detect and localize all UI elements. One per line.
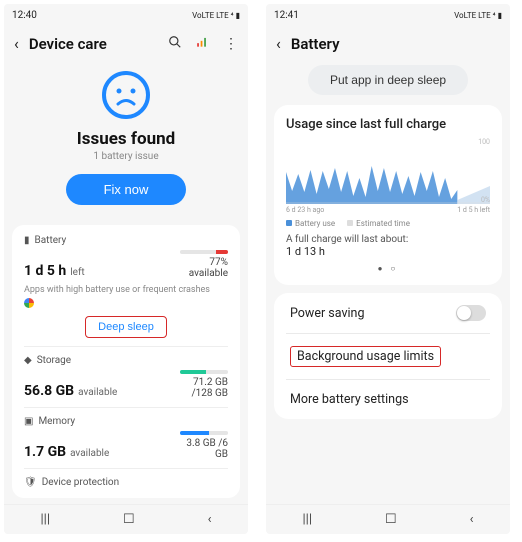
battery-icon: ▮: [24, 235, 30, 246]
usage-card[interactable]: Usage since last full charge 100 0% 6 d …: [274, 105, 502, 285]
deep-sleep-button[interactable]: Deep sleep: [85, 316, 167, 338]
storage-label: Storage: [37, 355, 71, 366]
legend-battery: Battery use: [295, 219, 335, 228]
signal-icon[interactable]: [196, 34, 210, 53]
nav-back-icon[interactable]: ‹: [470, 512, 474, 527]
storage-icon: ◆: [24, 355, 32, 366]
issues-title: Issues found: [12, 129, 240, 149]
nav-recent-icon[interactable]: |||: [40, 512, 50, 527]
search-icon[interactable]: [168, 34, 182, 53]
power-saving-toggle[interactable]: [456, 305, 486, 321]
pager-dots: ● ○: [286, 264, 490, 273]
back-icon[interactable]: ‹: [276, 34, 281, 53]
power-saving-row[interactable]: Power saving: [286, 293, 490, 333]
memory-unit: available: [70, 448, 109, 459]
battery-label: Battery: [35, 235, 67, 246]
battery-note: Apps with high battery use or frequent c…: [24, 285, 228, 295]
legend-est-icon: [347, 220, 353, 226]
status-bar: 12:40 VoLTE LTE ⁴ ▮: [4, 4, 248, 26]
more-battery-label: More battery settings: [290, 392, 409, 407]
settings-card: Power saving Background usage limits Mor…: [274, 293, 502, 419]
battery-card[interactable]: ▮ Battery 1 d 5 h left 77% available Apps…: [12, 225, 240, 498]
status-time: 12:40: [12, 10, 37, 21]
chrome-icon: [24, 298, 34, 308]
chart-y-min: 0%: [481, 196, 490, 204]
nav-home-icon[interactable]: ☐: [385, 512, 397, 527]
header: ‹ Device care ⋮: [4, 26, 248, 61]
memory-label: Memory: [38, 416, 75, 427]
memory-pct: 3.8 GB /6 GB: [180, 438, 228, 460]
battery-screen: 12:41 VoLTE LTE ⁴ ▮ ‹ Battery Put app in…: [266, 4, 510, 534]
nav-recent-icon[interactable]: |||: [302, 512, 312, 527]
legend-battery-icon: [286, 220, 292, 226]
put-app-deep-sleep-button[interactable]: Put app in deep sleep: [308, 65, 468, 95]
power-saving-label: Power saving: [290, 306, 364, 321]
battery-bar: [180, 250, 228, 254]
chart-x-right: 1 d 5 h left: [457, 206, 490, 214]
memory-bar: [180, 431, 228, 435]
chart-y-max: 100: [478, 138, 490, 146]
usage-chart: 100 0%: [286, 138, 490, 204]
header: ‹ Battery: [266, 26, 510, 61]
status-time: 12:41: [274, 10, 299, 21]
fix-now-button[interactable]: Fix now: [66, 174, 187, 205]
storage-bar: [180, 370, 228, 374]
status-bar: 12:41 VoLTE LTE ⁴ ▮: [266, 4, 510, 26]
chart-x-left: 6 d 23 h ago: [286, 206, 324, 214]
back-icon[interactable]: ‹: [14, 34, 19, 53]
battery-pct: 77% available: [180, 257, 228, 279]
battery-unit: left: [70, 267, 84, 278]
battery-value: 1 d 5 h: [24, 263, 66, 279]
storage-unit: available: [78, 387, 117, 398]
status-indicators: VoLTE LTE ⁴ ▮: [454, 11, 502, 20]
status-indicators: VoLTE LTE ⁴ ▮: [192, 11, 240, 20]
more-icon[interactable]: ⋮: [224, 36, 238, 52]
memory-value: 1.7 GB: [24, 444, 66, 460]
storage-value: 56.8 GB: [24, 383, 74, 399]
more-battery-settings-row[interactable]: More battery settings: [286, 380, 490, 419]
background-usage-limits-row[interactable]: Background usage limits: [286, 334, 490, 379]
background-usage-limits-label: Background usage limits: [290, 346, 441, 367]
nav-back-icon[interactable]: ‹: [208, 512, 212, 527]
charge-value: 1 d 13 h: [286, 245, 490, 258]
protection-label: Device protection: [42, 477, 119, 488]
legend-est: Estimated time: [356, 219, 410, 228]
issues-subtitle: 1 battery issue: [12, 151, 240, 162]
storage-pct: 71.2 GB /128 GB: [180, 377, 228, 399]
shield-icon: 🛡: [24, 477, 37, 488]
usage-title: Usage since last full charge: [286, 117, 490, 132]
nav-home-icon[interactable]: ☐: [123, 512, 135, 527]
nav-bar: ||| ☐ ‹: [266, 504, 510, 534]
page-title: Battery: [291, 35, 500, 53]
status-face-icon: [100, 69, 152, 121]
memory-icon: ▣: [24, 416, 33, 427]
device-care-screen: 12:40 VoLTE LTE ⁴ ▮ ‹ Device care ⋮ Issu…: [4, 4, 248, 534]
nav-bar: ||| ☐ ‹: [4, 504, 248, 534]
page-title: Device care: [29, 35, 158, 53]
charge-label: A full charge will last about:: [286, 234, 490, 245]
